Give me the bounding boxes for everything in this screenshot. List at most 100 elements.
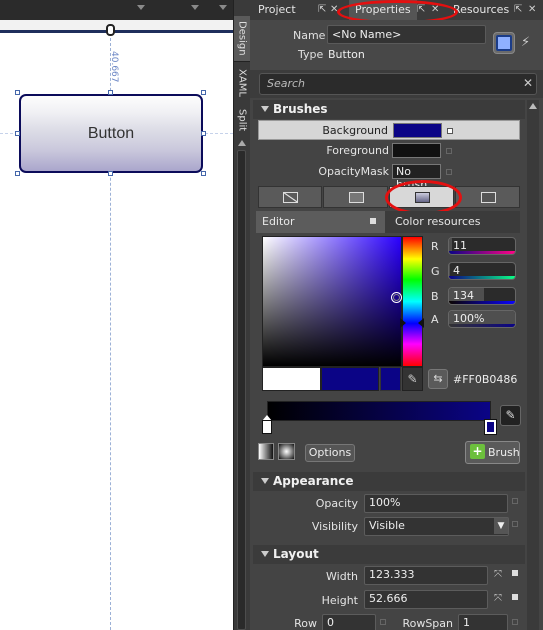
channel-input-b[interactable]: 134	[448, 287, 516, 305]
selected-button-element[interactable]: Button	[19, 94, 203, 173]
brush-name: Foreground	[326, 144, 389, 157]
rowspan-input[interactable]: 1	[458, 614, 508, 630]
resize-handle[interactable]	[201, 90, 206, 95]
width-label: Width	[326, 570, 358, 583]
resize-handle[interactable]	[15, 171, 20, 176]
gradient-stop-start[interactable]	[262, 420, 272, 434]
rowspan-label: RowSpan	[402, 617, 453, 630]
visibility-select[interactable]: Visible	[364, 517, 509, 536]
properties-icon[interactable]: ⚡	[521, 35, 530, 50]
advanced-property-icon[interactable]	[380, 619, 386, 625]
brush-name: Background	[322, 124, 388, 137]
swap-icon[interactable]: ⇆	[428, 369, 448, 389]
hue-slider[interactable]	[402, 236, 423, 367]
current-color-swatch	[321, 367, 379, 391]
last-color-swatch[interactable]	[380, 367, 401, 391]
tab-project[interactable]: Project	[258, 0, 296, 20]
close-icon[interactable]: ✕	[528, 4, 536, 15]
brush-type-solid[interactable]	[323, 186, 388, 208]
advanced-property-icon[interactable]	[512, 594, 518, 600]
brushes-section-header[interactable]: Brushes	[253, 100, 525, 119]
resize-handle[interactable]	[201, 131, 206, 136]
radial-gradient-icon[interactable]	[278, 443, 295, 460]
channel-value: 4	[453, 264, 460, 277]
channel-value: 11	[453, 239, 467, 252]
brush-row-foreground[interactable]: Foreground	[258, 141, 520, 161]
width-input[interactable]: 123.333	[364, 566, 488, 585]
eyedropper-icon[interactable]: ✎	[500, 405, 521, 426]
tab-xaml[interactable]: XAML	[234, 64, 250, 102]
advanced-property-icon[interactable]	[446, 169, 452, 175]
advanced-property-icon[interactable]	[512, 521, 518, 527]
options-button[interactable]: Options	[305, 444, 355, 462]
panel-scrollbar[interactable]	[527, 100, 539, 630]
reset-icon[interactable]: ⤧	[492, 593, 504, 605]
advanced-property-icon[interactable]	[512, 498, 518, 504]
collapse-triangle-icon[interactable]	[261, 478, 269, 484]
appearance-title: Appearance	[273, 474, 354, 488]
advanced-property-icon[interactable]	[512, 619, 518, 625]
row-input[interactable]: 0	[322, 614, 376, 630]
collapse-triangle-icon[interactable]	[261, 551, 269, 557]
tab-resources[interactable]: Resources	[453, 0, 509, 20]
pin-icon[interactable]: ⇱	[318, 4, 326, 15]
advanced-property-icon[interactable]	[447, 128, 453, 134]
tab-editor[interactable]: Editor	[256, 211, 385, 233]
resize-handle[interactable]	[15, 131, 20, 136]
channel-input-r[interactable]: 11	[448, 237, 516, 255]
dropdown-arrow-icon[interactable]	[137, 5, 145, 10]
pin-icon[interactable]	[106, 24, 115, 36]
linear-gradient-icon[interactable]	[258, 443, 274, 460]
advanced-property-icon[interactable]	[370, 218, 376, 224]
resize-handle[interactable]	[201, 171, 206, 176]
brush-type-tile[interactable]	[455, 186, 520, 208]
margin-dimension-label: 40.667	[109, 51, 119, 83]
collapse-triangle-icon[interactable]	[261, 106, 269, 112]
gradient-bar[interactable]	[267, 401, 491, 421]
channel-value: 134	[453, 289, 474, 302]
advanced-property-icon[interactable]	[446, 148, 452, 154]
design-canvas[interactable]: 40.667 Button	[0, 33, 233, 630]
color-saturation-field[interactable]	[262, 236, 402, 367]
tab-design[interactable]: Design	[234, 16, 250, 62]
hue-slider-thumb[interactable]	[418, 318, 424, 328]
eyedropper-icon[interactable]: ✎	[402, 367, 423, 391]
reset-icon[interactable]: ⤧	[492, 569, 504, 581]
hue-slider-thumb[interactable]	[400, 318, 406, 328]
gradient-stop-end[interactable]	[484, 419, 497, 435]
pin-icon[interactable]: ⇱	[514, 4, 522, 15]
height-input[interactable]: 52.666	[364, 590, 488, 609]
opacity-input[interactable]: 100%	[364, 494, 508, 513]
initial-color-swatch[interactable]	[262, 367, 321, 391]
close-icon[interactable]: ✕	[521, 75, 535, 91]
resize-handle[interactable]	[15, 90, 20, 95]
scroll-up-icon[interactable]	[529, 103, 537, 109]
channel-input-a[interactable]: 100%	[448, 310, 516, 328]
tab-color-resources[interactable]: Color resources	[389, 211, 520, 233]
resize-handle[interactable]	[108, 171, 113, 176]
name-label: Name	[293, 29, 326, 42]
search-input[interactable]: Search	[259, 73, 537, 95]
hex-value-field[interactable]: #FF0B0486	[453, 373, 517, 386]
add-icon: +	[470, 444, 485, 459]
brush-row-background[interactable]: Background	[258, 120, 520, 140]
no-brush-icon	[283, 192, 298, 203]
dropdown-arrow-icon[interactable]	[191, 5, 199, 10]
brush-type-none[interactable]	[258, 186, 322, 208]
advanced-property-icon[interactable]	[512, 570, 518, 576]
channel-input-g[interactable]: 4	[448, 262, 516, 280]
layout-section-header[interactable]: Layout	[253, 545, 525, 564]
chevron-down-icon[interactable]: ▼	[494, 518, 508, 534]
brush-row-opacitymask[interactable]: OpacityMask No brush	[258, 162, 520, 191]
resize-handle[interactable]	[108, 90, 113, 95]
button-caption: Button	[87, 124, 135, 142]
tab-split[interactable]: Split	[234, 104, 250, 136]
channel-label-b: B	[431, 290, 439, 303]
scroll-up-icon[interactable]	[238, 140, 246, 146]
canvas-scrollbar[interactable]	[237, 150, 246, 630]
color-cursor-inner	[393, 294, 400, 301]
name-field[interactable]: <No Name>	[327, 25, 486, 44]
events-icon	[496, 35, 512, 51]
appearance-section-header[interactable]: Appearance	[253, 472, 525, 491]
dropdown-arrow-icon[interactable]	[219, 5, 227, 10]
